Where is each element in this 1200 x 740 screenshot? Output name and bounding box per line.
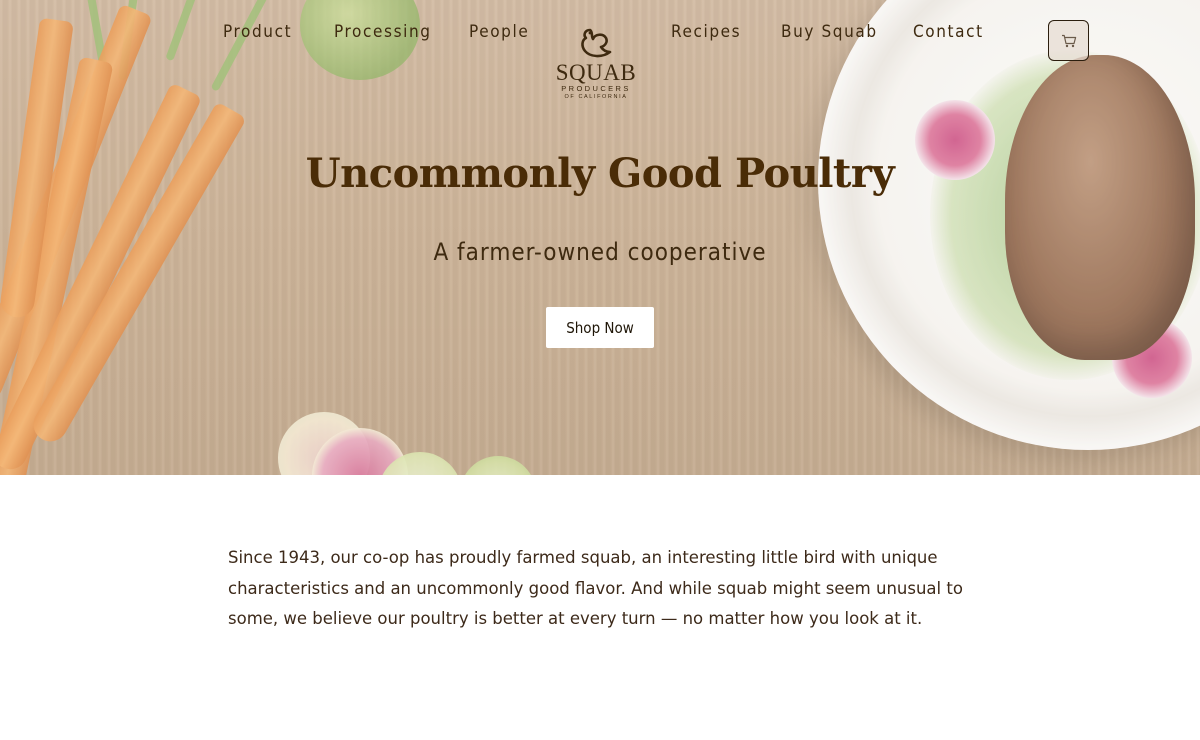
hero-subtitle: A farmer-owned cooperative (433, 238, 767, 266)
nav-item-processing[interactable]: Processing (334, 22, 432, 42)
nav-item-people[interactable]: People (469, 22, 529, 42)
shop-now-button[interactable]: Shop Now (546, 307, 654, 348)
nav-item-contact[interactable]: Contact (913, 22, 984, 42)
intro-paragraph: Since 1943, our co-op has proudly farmed… (228, 548, 963, 628)
hero-title: Uncommonly Good Poultry (305, 150, 895, 197)
nav-item-buy-squab[interactable]: Buy Squab (781, 22, 878, 42)
cart-button[interactable] (1048, 20, 1089, 61)
shopping-cart-icon (1061, 34, 1076, 47)
squab-bird-icon (581, 28, 612, 58)
logo-name: SQUAB (555, 60, 637, 85)
logo-region: OF CALIFORNIA (564, 94, 628, 100)
logo-subtitle: PRODUCERS (561, 84, 631, 93)
squab-producers-logo[interactable]: SQUAB PRODUCERS OF CALIFORNIA (550, 24, 642, 101)
nav-item-product[interactable]: Product (223, 22, 292, 42)
hero-section: Product Processing People SQUAB PRODUCER… (0, 0, 1200, 475)
nav-item-recipes[interactable]: Recipes (671, 22, 741, 42)
